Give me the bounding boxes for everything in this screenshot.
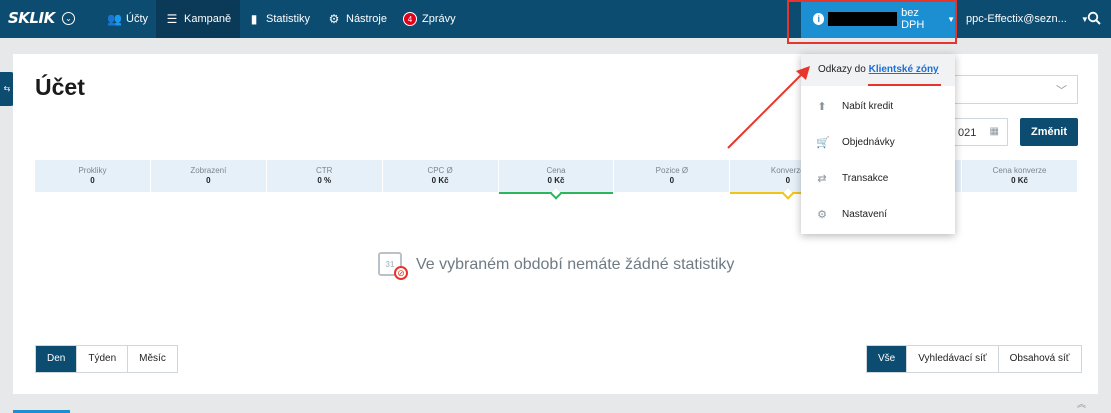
stat-label: Zobrazení — [190, 166, 227, 175]
menu-item-label: Objednávky — [842, 136, 895, 148]
account-tax-label: bez DPH — [901, 7, 925, 31]
messages-count-badge: 4 — [403, 12, 417, 26]
dropdown-header: Odkazy do Klientské zóny — [801, 54, 955, 86]
gear-icon: ⚙ — [328, 12, 340, 26]
period-toggle: Den Týden Měsíc — [35, 345, 178, 373]
nav-messages-label: Zprávy — [422, 13, 456, 25]
highlight-underline — [868, 84, 941, 86]
side-panel-toggle[interactable]: ⇆ — [0, 72, 14, 106]
network-all-button[interactable]: Vše — [867, 346, 908, 372]
stat-value: 0 — [669, 176, 675, 185]
account-dropdown-select[interactable]: ﹀ — [950, 75, 1078, 104]
user-email: ppc-Effectix@sezn... — [966, 13, 1067, 25]
info-icon: i — [813, 13, 825, 25]
top-navigation-bar: SKLIK ⌄ 👥 Účty ☰ Kampaně ▮ Statistiky ⚙ … — [0, 0, 1111, 38]
dropdown-header-text: Odkazy do — [818, 64, 869, 75]
menu-item-transactions[interactable]: ⇄ Transakce — [801, 160, 955, 196]
nav-campaigns[interactable]: ☰ Kampaně — [156, 0, 241, 38]
stat-value: 0 Kč — [547, 176, 565, 185]
stat-ctr[interactable]: CTR 0 % — [266, 160, 383, 192]
chevron-down-icon: ▼ — [947, 14, 955, 24]
network-search-button[interactable]: Vyhledávací síť — [907, 346, 999, 372]
stat-cost[interactable]: Cena 0 Kč — [498, 160, 615, 200]
stat-label: Cena — [546, 166, 566, 175]
period-week-button[interactable]: Týden — [77, 346, 129, 372]
stat-position[interactable]: Pozice Ø0 — [614, 160, 731, 192]
change-button[interactable]: Změnit — [1020, 118, 1078, 146]
stat-value: 0 — [90, 176, 95, 185]
stat-conversion-cost[interactable]: Cena konverze 0 Kč — [962, 160, 1079, 192]
cart-icon: 🛒 — [816, 136, 830, 149]
transfer-icon: ⇄ — [817, 172, 827, 185]
stat-label: Cena konverze — [992, 166, 1047, 175]
empty-state-message: Ve vybraném období nemáte žádné statisti… — [416, 256, 735, 273]
gear-icon: ⚙ — [817, 208, 827, 221]
period-day-button[interactable]: Den — [36, 346, 78, 372]
nav-accounts-label: Účty — [126, 13, 148, 25]
menu-item-settings[interactable]: ⚙ Nastavení — [801, 196, 955, 232]
search-icon[interactable] — [1087, 11, 1101, 25]
scroll-to-top-icon[interactable]: ︽ — [1077, 397, 1086, 410]
menu-item-label: Nastavení — [842, 208, 888, 220]
client-zone-link[interactable]: Klientské zóny — [869, 64, 939, 75]
menu-item-orders[interactable]: 🛒 Objednávky — [801, 124, 955, 160]
users-icon: 👥 — [107, 12, 122, 26]
menu-icon: ☰ — [166, 12, 178, 26]
account-selector[interactable]: i bez DPH ▼ — [801, 0, 955, 38]
menu-item-top-up[interactable]: ⬆ Nabít kredit — [801, 88, 955, 124]
menu-item-label: Transakce — [842, 172, 889, 184]
nav-accounts[interactable]: 👥 Účty — [98, 0, 157, 38]
network-content-button[interactable]: Obsahová síť — [999, 346, 1081, 372]
period-month-button[interactable]: Měsíc — [128, 346, 177, 372]
stat-value: 0 — [206, 176, 211, 185]
stat-value: 0 % — [317, 176, 332, 185]
nav-campaigns-label: Kampaně — [184, 13, 232, 25]
empty-state: 31 ⊘ Ve vybraném období nemáte žádné sta… — [378, 250, 734, 280]
stat-label: Pozice Ø — [655, 166, 689, 175]
page-title: Účet — [35, 74, 85, 100]
redacted-account-name — [828, 12, 898, 26]
date-range-input[interactable]: 021 ▦ — [950, 118, 1008, 146]
chevron-down-icon: ﹀ — [1056, 85, 1067, 97]
nav-messages[interactable]: 4 Zprávy — [394, 0, 465, 38]
stat-label: CTR — [316, 166, 333, 175]
arrow-up-icon: ⬆ — [817, 100, 827, 113]
nav-statistics[interactable]: ▮ Statistiky — [238, 0, 319, 38]
calendar-icon: ▦ — [989, 126, 999, 137]
menu-item-label: Nabít kredit — [842, 100, 894, 112]
network-toggle: Vše Vyhledávací síť Obsahová síť — [866, 345, 1082, 373]
stat-cpc[interactable]: CPC Ø0 Kč — [382, 160, 499, 192]
nav-tools-label: Nástroje — [346, 13, 387, 25]
stat-impressions[interactable]: Zobrazení 0 — [150, 160, 267, 192]
nav-tools[interactable]: ⚙ Nástroje — [318, 0, 396, 38]
stat-value: 0 Kč — [1011, 176, 1029, 185]
stat-label: CPC Ø — [427, 166, 453, 175]
logo-menu-icon[interactable]: ⌄ — [62, 12, 75, 25]
user-menu[interactable]: ppc-Effectix@sezn... ▼ — [966, 0, 1089, 38]
stat-value: 0 Kč — [431, 176, 449, 185]
stat-label: Prokliky — [78, 166, 107, 175]
nav-statistics-label: Statistiky — [266, 13, 311, 25]
bar-chart-icon: ▮ — [250, 12, 258, 26]
sklik-logo[interactable]: SKLIK — [8, 9, 55, 27]
stat-clicks[interactable]: Prokliky 0 — [35, 160, 151, 192]
calendar-no-data-icon: 31 ⊘ — [378, 250, 408, 280]
date-text: 021 — [958, 127, 977, 139]
account-links-dropdown: Odkazy do Klientské zóny ⬆ Nabít kredit … — [801, 54, 955, 234]
